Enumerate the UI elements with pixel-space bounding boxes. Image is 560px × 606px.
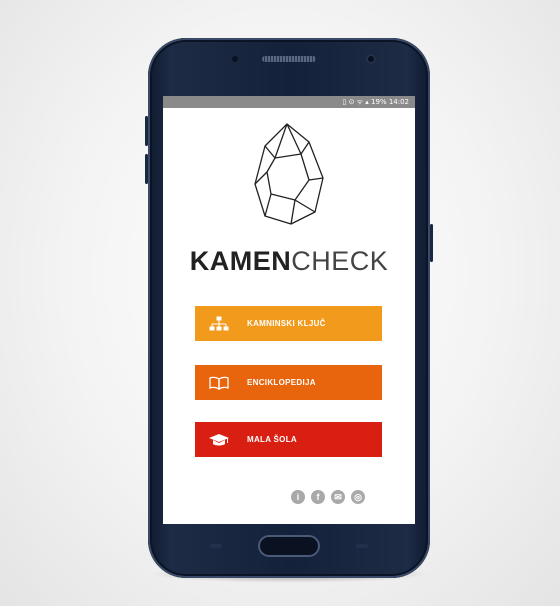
power-button bbox=[430, 224, 433, 262]
enciklopedija-label: ENCIKLOPEDIJA bbox=[247, 378, 316, 387]
kamninski-kljuc-button[interactable]: KAMNINSKI KLJUČ bbox=[195, 306, 382, 341]
facebook-icon[interactable]: f bbox=[311, 490, 325, 504]
volume-up-button bbox=[145, 116, 148, 146]
phone-device: ▯ ⊙ ᯤ ▴ 19% 14:02 KAMENCHECK KAMNINSKI K… bbox=[145, 38, 433, 578]
app-wordmark: KAMENCHECK bbox=[163, 246, 415, 277]
mail-icon[interactable]: ✉ bbox=[331, 490, 345, 504]
front-camera bbox=[366, 54, 376, 64]
instagram-icon[interactable]: ◎ bbox=[351, 490, 365, 504]
proximity-sensor bbox=[232, 56, 238, 62]
mala-sola-label: MALA ŠOLA bbox=[247, 435, 297, 444]
app-screen: ▯ ⊙ ᯤ ▴ 19% 14:02 KAMENCHECK KAMNINSKI K… bbox=[163, 96, 415, 524]
volume-down-button bbox=[145, 154, 148, 184]
status-bar: ▯ ⊙ ᯤ ▴ 19% 14:02 bbox=[163, 96, 415, 108]
enciklopedija-button[interactable]: ENCIKLOPEDIJA bbox=[195, 365, 382, 400]
hierarchy-icon bbox=[207, 316, 231, 332]
back-key[interactable] bbox=[356, 544, 368, 548]
wordmark-bold: KAMEN bbox=[189, 246, 292, 276]
earpiece-speaker bbox=[262, 56, 316, 62]
mala-sola-button[interactable]: MALA ŠOLA bbox=[195, 422, 382, 457]
gem-logo-icon bbox=[254, 123, 324, 225]
home-button[interactable] bbox=[258, 535, 320, 557]
wordmark-light: CHECK bbox=[291, 246, 389, 276]
info-icon[interactable]: i bbox=[291, 490, 305, 504]
graduation-cap-icon bbox=[207, 432, 231, 448]
recent-apps-key[interactable] bbox=[210, 544, 222, 548]
kamninski-kljuc-label: KAMNINSKI KLJUČ bbox=[247, 319, 326, 328]
social-links: i f ✉ ◎ bbox=[291, 490, 365, 504]
book-icon bbox=[207, 375, 231, 391]
